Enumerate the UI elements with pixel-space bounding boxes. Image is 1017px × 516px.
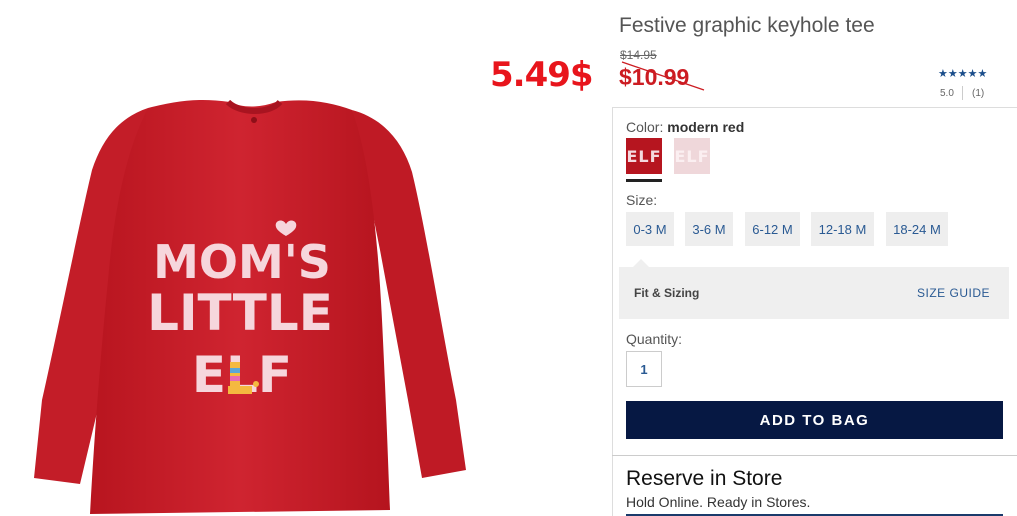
size-option-3-6m[interactable]: 3-6 M <box>685 212 733 246</box>
quantity-label: Quantity: <box>626 331 683 347</box>
add-to-bag-button[interactable]: ADD TO BAG <box>626 401 1003 439</box>
reserve-in-store-title[interactable]: Reserve in Store <box>626 467 782 491</box>
color-swatch-pink[interactable]: ELF <box>674 138 710 174</box>
options-panel-border <box>612 107 1017 108</box>
rating-count[interactable]: (1) <box>972 88 984 99</box>
reserve-in-store-subtitle: Hold Online. Ready in Stores. <box>626 494 811 510</box>
shirt-text-line-2: LITTLE <box>147 284 333 342</box>
quantity-input[interactable]: 1 <box>626 351 662 387</box>
shirt-text-line-1: MOM'S <box>153 235 331 289</box>
fit-sizing-label: Fit & Sizing <box>634 286 700 300</box>
color-swatch-modern-red[interactable]: ELF <box>626 138 662 174</box>
price-strike-line <box>621 61 705 91</box>
rating-value: 5.0 <box>940 88 954 99</box>
product-title: Festive graphic keyhole tee <box>619 14 875 37</box>
size-option-0-3m[interactable]: 0-3 M <box>626 212 674 246</box>
color-label: Color: modern red <box>626 119 744 135</box>
promo-price-overlay: 5.49$ <box>490 55 594 95</box>
size-option-18-24m[interactable]: 18-24 M <box>886 212 948 246</box>
shirt-text-line-3: ELF <box>192 346 292 404</box>
size-option-12-18m[interactable]: 12-18 M <box>811 212 874 246</box>
rating-divider <box>962 86 963 100</box>
size-guide-link[interactable]: SIZE GUIDE <box>917 286 990 300</box>
rating-stars-icon[interactable]: ★★★★★ <box>938 67 987 80</box>
reserve-divider <box>612 455 1017 456</box>
size-option-6-12m[interactable]: 6-12 M <box>745 212 800 246</box>
size-label: Size: <box>626 192 658 208</box>
product-image[interactable]: MOM'S LITTLE ELF <box>30 100 470 516</box>
selected-swatch-indicator <box>626 179 662 182</box>
color-label-text: Color: <box>626 119 664 135</box>
selected-color: modern red <box>667 119 745 135</box>
